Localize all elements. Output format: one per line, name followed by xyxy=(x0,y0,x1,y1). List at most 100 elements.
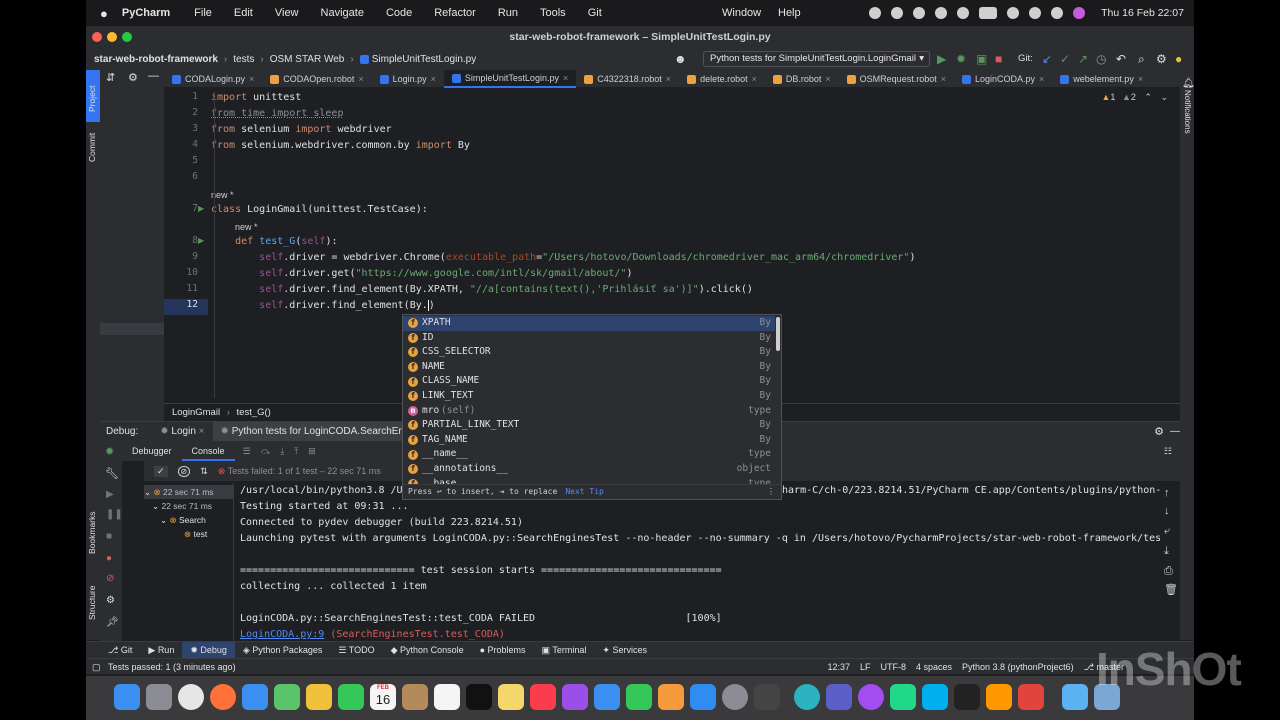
menu-file[interactable]: File xyxy=(194,7,212,19)
close-icon[interactable]: × xyxy=(1138,70,1143,88)
menu-refactor[interactable]: Refactor xyxy=(434,7,476,19)
indent-setting[interactable]: 4 spaces xyxy=(916,659,952,675)
tool-problems[interactable]: ● Problems xyxy=(472,642,534,659)
editor-tab[interactable]: C4322318.robot × xyxy=(576,70,679,88)
debug-bug-icon[interactable]: ✹ xyxy=(105,445,114,458)
menu-navigate[interactable]: Navigate xyxy=(321,7,364,19)
editor-tab[interactable]: delete.robot × xyxy=(679,70,765,88)
mute-breakpoints-icon[interactable]: ⊘ xyxy=(106,573,114,584)
tool-debug[interactable]: ✹ Debug xyxy=(182,641,235,659)
hide-panel-icon[interactable]: — xyxy=(1170,426,1180,437)
facetime-icon[interactable] xyxy=(338,684,364,710)
close-icon[interactable]: × xyxy=(199,426,205,437)
search-icon[interactable] xyxy=(1029,7,1042,19)
pause-icon[interactable] xyxy=(913,7,926,19)
pause-icon[interactable]: ❚❚ xyxy=(106,509,123,520)
menu-code[interactable]: Code xyxy=(386,7,412,19)
tool-git[interactable]: ⎇ Git xyxy=(100,642,140,659)
folder-icon[interactable] xyxy=(1062,684,1088,710)
test-tree-node[interactable]: ⌄ ⊗ Search xyxy=(160,513,206,527)
shield-icon[interactable] xyxy=(891,7,904,19)
control-center-icon[interactable] xyxy=(1051,7,1064,19)
breadcrumb-file[interactable]: SimpleUnitTestLogin.py xyxy=(372,54,477,65)
breadcrumb-folder[interactable]: tests xyxy=(233,54,254,65)
editor-tab[interactable]: OSMRequest.robot × xyxy=(839,70,954,88)
console-output[interactable]: /usr/local/bin/python3.8 /Us Charm-C/ch-… xyxy=(234,483,1160,641)
collapse-all-icon[interactable]: ⇵ xyxy=(106,71,115,84)
show-ignored-icon[interactable]: ⊘ xyxy=(177,465,191,477)
editor-tab[interactable]: CODAOpen.robot × xyxy=(262,70,371,88)
evaluate-icon[interactable]: ⊞ xyxy=(308,446,316,457)
close-icon[interactable]: × xyxy=(941,70,946,88)
rollback-icon[interactable]: ↶ xyxy=(1116,52,1126,66)
pin-icon[interactable]: 📌︎ xyxy=(106,617,119,628)
autocomplete-item[interactable]: f __annotations__ object xyxy=(403,462,775,477)
project-tool-label[interactable]: Project xyxy=(87,86,97,112)
editor-tab[interactable]: DB.robot × xyxy=(765,70,839,88)
edge-icon[interactable] xyxy=(794,684,820,710)
user-icon[interactable]: ☻ xyxy=(674,52,687,66)
editor-tab[interactable]: SimpleUnitTestLogin.py × xyxy=(443,70,577,88)
calendar-icon[interactable]: FEB 16 xyxy=(370,684,396,710)
print-icon[interactable]: ⎙ xyxy=(1164,565,1173,578)
menu-git[interactable]: Git xyxy=(588,7,602,19)
autocomplete-item[interactable]: f LINK_TEXT By xyxy=(403,389,775,404)
reminders-icon[interactable] xyxy=(434,684,460,710)
clock[interactable]: Thu 16 Feb 22:07 xyxy=(1101,7,1184,19)
firefox-icon[interactable] xyxy=(210,684,236,710)
line-separator[interactable]: LF xyxy=(860,659,871,675)
scroll-to-end-icon[interactable]: ⤓ xyxy=(1164,545,1169,558)
close-icon[interactable]: × xyxy=(358,70,363,88)
step-out-icon[interactable]: ⤒ xyxy=(294,446,298,457)
resume-icon[interactable]: ▶ xyxy=(106,489,114,500)
mail-icon[interactable] xyxy=(242,684,268,710)
stop-icon[interactable]: ■ xyxy=(106,531,112,542)
git-update-icon[interactable]: ↙ xyxy=(1042,52,1052,66)
maps-icon[interactable] xyxy=(274,684,300,710)
autocomplete-item[interactable]: m mro (self) type xyxy=(403,404,775,419)
bookmarks-tool-label[interactable]: Bookmarks xyxy=(87,511,97,554)
test-tree-root[interactable]: ⌄ ⊗ 22 sec 71 ms xyxy=(144,485,234,499)
breadcrumb-method[interactable]: test_G() xyxy=(237,407,271,418)
editor-tab[interactable]: CODALogin.py × xyxy=(164,70,262,88)
file-encoding[interactable]: UTF-8 xyxy=(881,659,907,675)
tool-services[interactable]: ✦ Services xyxy=(594,642,655,659)
close-icon[interactable]: × xyxy=(249,70,254,88)
sort-icon[interactable]: ⇅ xyxy=(200,466,208,477)
close-icon[interactable]: × xyxy=(1039,70,1044,88)
search-everywhere-icon[interactable]: ⌕ xyxy=(1138,52,1145,66)
autocomplete-item[interactable]: f __name__ type xyxy=(403,447,775,462)
wifi-icon[interactable] xyxy=(1007,7,1020,19)
editor-tab[interactable]: Login.py × xyxy=(372,70,444,88)
tool-todo[interactable]: ☰ TODO xyxy=(330,642,382,659)
run-configuration-select[interactable]: Python tests for SimpleUnitTestLogin.Log… xyxy=(703,51,930,67)
chevron-up-icon[interactable]: ⌃ xyxy=(1144,92,1152,102)
autocomplete-item[interactable]: f CSS_SELECTOR By xyxy=(403,345,775,360)
run-icon[interactable]: ▶ xyxy=(937,52,946,66)
tool-python-packages[interactable]: ◈ Python Packages xyxy=(235,642,330,659)
breadcrumb-project[interactable]: star-web-robot-framework xyxy=(94,54,218,65)
debug-icon[interactable]: ✹ xyxy=(956,52,966,66)
step-over-icon[interactable]: ⤼ xyxy=(261,446,271,457)
battery-icon[interactable] xyxy=(979,7,998,19)
menu-help[interactable]: Help xyxy=(778,7,801,19)
pycharm-icon[interactable] xyxy=(890,684,916,710)
keynote-icon[interactable] xyxy=(594,684,620,710)
chevron-down-icon[interactable]: ⌄ xyxy=(1160,92,1168,102)
music-icon[interactable] xyxy=(530,684,556,710)
show-passed-icon[interactable]: ✓ xyxy=(154,465,168,477)
zoom-window-button[interactable] xyxy=(122,32,132,42)
close-window-button[interactable] xyxy=(92,32,102,42)
wrench-icon[interactable]: 🔧︎ xyxy=(105,467,119,480)
debug-session-tab[interactable]: ✹ Python tests for LoginCODA.SearchEn xyxy=(212,421,412,442)
git-client-icon[interactable] xyxy=(1018,684,1044,710)
bell-icon[interactable]: 🔔︎ xyxy=(1182,78,1194,89)
step-into-icon[interactable]: ⤓ xyxy=(280,446,284,457)
menu-view[interactable]: View xyxy=(275,7,299,19)
podcasts-icon[interactable] xyxy=(562,684,588,710)
tool-python-console[interactable]: ◆ Python Console xyxy=(383,642,472,659)
git-commit-icon[interactable]: ✓ xyxy=(1060,52,1070,66)
numbers-icon[interactable] xyxy=(626,684,652,710)
terminal-icon[interactable] xyxy=(954,684,980,710)
autocomplete-item[interactable]: f XPATH By xyxy=(403,316,775,331)
